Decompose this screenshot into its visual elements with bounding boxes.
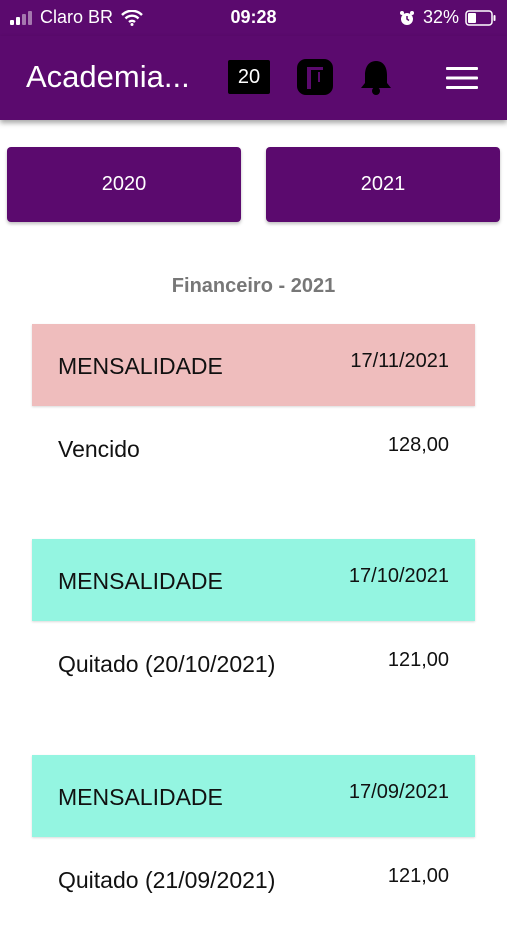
entry-value: 128,00: [387, 434, 449, 456]
menu-icon[interactable]: [446, 66, 478, 90]
entry-header-paid[interactable]: MENSALIDADE 17/10/2021: [32, 539, 475, 621]
page-title: Academia...: [26, 59, 190, 94]
status-right: 32%: [399, 7, 497, 28]
alarm-icon: [399, 10, 414, 25]
entry-type: MENSALIDADE: [58, 353, 223, 379]
entry-type: MENSALIDADE: [58, 568, 223, 594]
battery-percent: 32%: [422, 7, 459, 27]
year-2020-button[interactable]: 2020: [7, 147, 241, 222]
entry-detail: Quitado (21/09/2021) 121,00: [32, 865, 475, 927]
counter-badge[interactable]: 20: [228, 60, 270, 94]
entry-status: Quitado (20/10/2021): [58, 651, 276, 677]
battery-icon: [465, 9, 496, 26]
gym-icon[interactable]: [296, 58, 334, 96]
app-header: Academia... 20: [0, 36, 507, 120]
entry-status: Quitado (21/09/2021): [58, 867, 276, 893]
entry-date: 17/09/2021: [348, 781, 449, 803]
entry-date: 17/11/2021: [350, 350, 449, 372]
year-2021-button[interactable]: 2021: [266, 147, 500, 222]
entry-date: 17/10/2021: [348, 565, 449, 587]
entry-type: MENSALIDADE: [58, 784, 223, 810]
entry-header-paid[interactable]: MENSALIDADE 17/09/2021: [32, 755, 475, 837]
status-bar: Claro BR 09:28 32%: [0, 0, 507, 36]
bell-icon[interactable]: [358, 58, 394, 96]
entry-detail: Quitado (20/10/2021) 121,00: [32, 649, 475, 711]
entry-detail: Vencido 128,00: [32, 434, 475, 496]
entry-value: 121,00: [387, 865, 449, 887]
section-title: Financeiro - 2021: [171, 275, 336, 297]
entry-value: 121,00: [387, 649, 449, 671]
entry-status: Vencido: [58, 436, 140, 462]
entry-header-overdue[interactable]: MENSALIDADE 17/11/2021: [32, 324, 475, 406]
